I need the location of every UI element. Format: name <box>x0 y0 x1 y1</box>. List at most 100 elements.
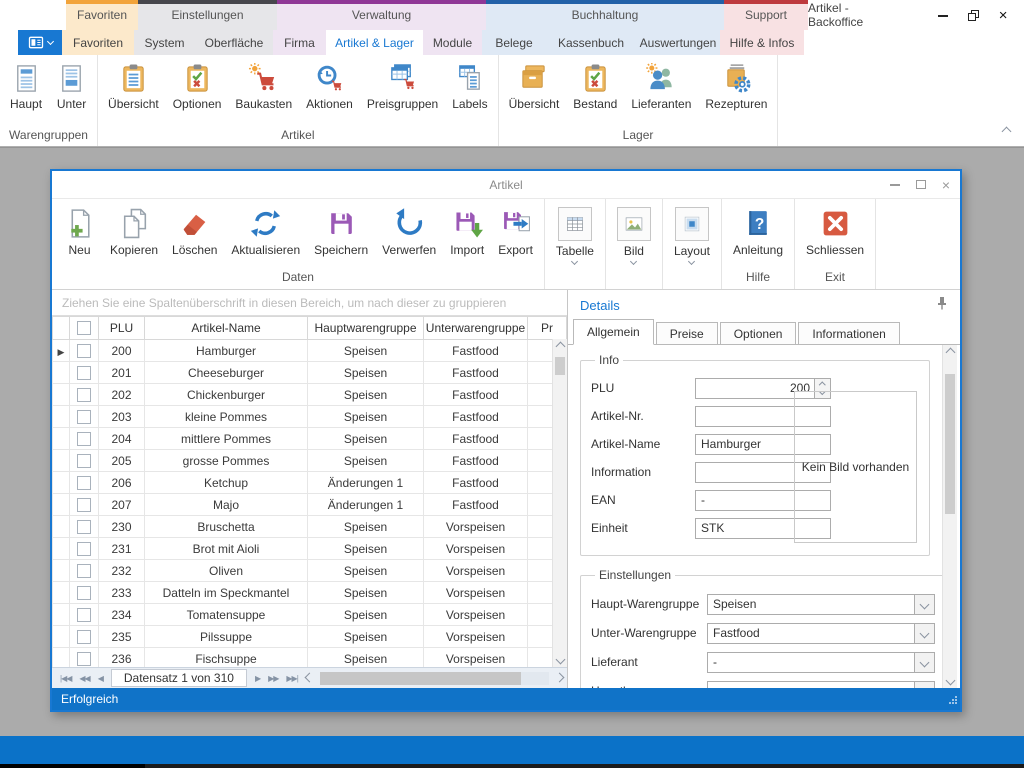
child-minimize-button[interactable] <box>890 183 900 186</box>
details-tab-optionen[interactable]: Optionen <box>720 322 797 344</box>
dropdown-button[interactable] <box>914 624 934 643</box>
toolbar-button-schliessen[interactable]: Schliessen <box>799 206 871 258</box>
checkbox[interactable] <box>77 652 91 666</box>
hscroll-left-button[interactable] <box>302 674 317 683</box>
haupt-warengruppe-dropdown[interactable]: Speisen <box>707 594 935 615</box>
cell[interactable]: Änderungen 1 <box>308 472 424 494</box>
table-row[interactable]: 201CheeseburgerSpeisenFastfood <box>53 362 567 384</box>
cell[interactable]: Vorspeisen <box>424 560 528 582</box>
cell[interactable]: 234 <box>99 604 145 626</box>
cell[interactable]: Vorspeisen <box>424 626 528 648</box>
cell[interactable]: Fastfood <box>424 472 528 494</box>
table-row[interactable]: 203kleine PommesSpeisenFastfood <box>53 406 567 428</box>
scrollbar-thumb[interactable] <box>320 672 522 685</box>
lieferant-dropdown[interactable]: - <box>707 652 935 673</box>
horizontal-scrollbar[interactable] <box>320 672 549 685</box>
ribbon-button-lager-lieferanten[interactable]: Lieferanten <box>624 60 698 114</box>
cell[interactable]: Speisen <box>308 340 424 362</box>
cell[interactable]: Tomatensuppe <box>145 604 308 626</box>
cell[interactable]: Vorspeisen <box>424 538 528 560</box>
row-select-cell[interactable] <box>70 428 99 450</box>
tab-belege[interactable]: Belege <box>482 30 546 55</box>
minimize-button[interactable] <box>929 4 959 26</box>
cell[interactable]: Speisen <box>308 384 424 406</box>
table-row[interactable]: ▶200HamburgerSpeisenFastfood <box>53 340 567 362</box>
toolbar-button-layout[interactable]: Layout <box>667 206 717 265</box>
cell[interactable]: Oliven <box>145 560 308 582</box>
cell[interactable]: Speisen <box>308 604 424 626</box>
cell[interactable]: Vorspeisen <box>424 516 528 538</box>
scrollbar-thumb[interactable] <box>555 357 565 375</box>
nav-first-button[interactable]: |◀◀ <box>56 674 75 683</box>
cell[interactable]: 232 <box>99 560 145 582</box>
tab-auswertungen[interactable]: Auswertungen <box>636 30 720 55</box>
cell[interactable]: 235 <box>99 626 145 648</box>
table-row[interactable]: 231Brot mit AioliSpeisenVorspeisen <box>53 538 567 560</box>
cell[interactable]: Speisen <box>308 538 424 560</box>
row-select-cell[interactable] <box>70 582 99 604</box>
close-button[interactable]: × <box>988 4 1018 26</box>
checkbox[interactable] <box>77 586 91 600</box>
cell[interactable]: Fastfood <box>424 406 528 428</box>
toolbar-button-tabelle[interactable]: Tabelle <box>549 206 601 265</box>
nav-prev-button[interactable]: ◀ <box>94 674 107 683</box>
toolbar-button-import[interactable]: Import <box>443 206 491 258</box>
cell[interactable]: 207 <box>99 494 145 516</box>
ribbon-button-lager-bestand[interactable]: Bestand <box>566 60 624 114</box>
unter-warengruppe-dropdown[interactable]: Fastfood <box>707 623 935 644</box>
details-tab-preise[interactable]: Preise <box>656 322 718 344</box>
tab-kassenbuch[interactable]: Kassenbuch <box>546 30 636 55</box>
hscroll-right-button[interactable] <box>552 674 567 683</box>
column-header-plu[interactable]: PLU <box>99 317 145 340</box>
table-row[interactable]: 232OlivenSpeisenVorspeisen <box>53 560 567 582</box>
nav-prev-page-button[interactable]: ◀◀ <box>75 674 93 683</box>
checkbox[interactable] <box>77 520 91 534</box>
toolbar-button-aktualisieren[interactable]: Aktualisieren <box>224 206 307 258</box>
cell[interactable]: Hamburger <box>145 340 308 362</box>
cell[interactable]: 206 <box>99 472 145 494</box>
scroll-up-button[interactable] <box>557 339 564 354</box>
select-all-header[interactable] <box>70 317 99 340</box>
row-select-cell[interactable] <box>70 560 99 582</box>
toolbar-button-verwerfen[interactable]: Verwerfen <box>375 206 443 258</box>
cell[interactable]: Fastfood <box>424 494 528 516</box>
cell[interactable]: 202 <box>99 384 145 406</box>
checkbox[interactable] <box>77 321 91 335</box>
table-row[interactable]: 205grosse PommesSpeisenFastfood <box>53 450 567 472</box>
tab-firma[interactable]: Firma <box>273 30 326 55</box>
grid-vertical-scrollbar[interactable] <box>552 339 567 667</box>
table-row[interactable]: 236FischsuppeSpeisenVorspeisen <box>53 648 567 668</box>
row-select-cell[interactable] <box>70 450 99 472</box>
tab-oberflache[interactable]: Oberfläche <box>195 30 273 55</box>
cell[interactable]: Speisen <box>308 428 424 450</box>
cell[interactable]: Brot mit Aioli <box>145 538 308 560</box>
toolbar-button-neu[interactable]: Neu <box>56 206 103 258</box>
checkbox[interactable] <box>77 432 91 446</box>
row-select-cell[interactable] <box>70 340 99 362</box>
checkbox[interactable] <box>77 498 91 512</box>
scroll-up-button[interactable] <box>947 345 954 360</box>
cell[interactable]: Speisen <box>308 648 424 668</box>
tab-system[interactable]: System <box>134 30 195 55</box>
dropdown-button[interactable] <box>914 595 934 614</box>
row-select-cell[interactable] <box>70 648 99 668</box>
pin-icon[interactable] <box>936 296 948 315</box>
checkbox[interactable] <box>77 388 91 402</box>
cell[interactable]: 236 <box>99 648 145 668</box>
toolbar-button-anleitung[interactable]: ?Anleitung <box>726 206 790 258</box>
toolbar-button-export[interactable]: Export <box>491 206 540 258</box>
child-close-button[interactable]: × <box>942 178 950 192</box>
cell[interactable]: Datteln im Speckmantel <box>145 582 308 604</box>
cell[interactable]: Fastfood <box>424 384 528 406</box>
checkbox[interactable] <box>77 366 91 380</box>
cell[interactable]: Speisen <box>308 560 424 582</box>
toolbar-button-bild[interactable]: Bild <box>610 206 658 265</box>
checkbox[interactable] <box>77 608 91 622</box>
table-row[interactable]: 206KetchupÄnderungen 1Fastfood <box>53 472 567 494</box>
table-row[interactable]: 204mittlere PommesSpeisenFastfood <box>53 428 567 450</box>
cell[interactable]: Speisen <box>308 450 424 472</box>
cell[interactable]: Vorspeisen <box>424 604 528 626</box>
cell[interactable]: Vorspeisen <box>424 648 528 668</box>
cell[interactable]: 231 <box>99 538 145 560</box>
cell[interactable]: Bruschetta <box>145 516 308 538</box>
